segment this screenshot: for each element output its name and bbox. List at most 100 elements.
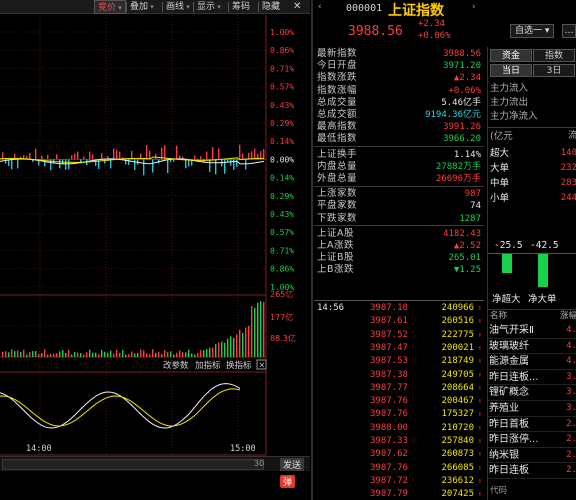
quote-row: 下跌家数 1287	[314, 213, 484, 225]
quote-row: 最新指数 3988.56	[314, 48, 484, 60]
toolbar-item-4[interactable]: 筹码	[232, 0, 250, 14]
watchlist-button[interactable]: 自选一 ▾	[510, 24, 555, 38]
volume-bar	[20, 351, 22, 357]
trade-price: 3987.76	[370, 462, 408, 473]
trade-row: 3987.76 266085 ↑	[314, 462, 484, 476]
volume-bar	[233, 337, 235, 357]
toolbar-item-5[interactable]: 隐藏	[262, 0, 280, 14]
order-size-row: 大单 232	[488, 162, 576, 175]
trade-volume: 210720	[441, 422, 474, 433]
breadth-bar	[29, 153, 31, 160]
trade-direction-icon: ↑	[477, 304, 482, 312]
volume-bar	[224, 342, 226, 357]
sector-row[interactable]: 养殖业 3.	[488, 401, 576, 417]
sector-row[interactable]: 昨日首板 2.	[488, 417, 576, 433]
more-button[interactable]: …	[562, 24, 576, 38]
flow-label: 主力流出	[490, 97, 529, 108]
volume-bar	[50, 353, 52, 357]
quote-table: 最新指数 3988.56 今日开盘 3971.20 指数涨跌 ▲2.34 指数涨幅 +0.06…	[314, 47, 484, 302]
volume-bar	[245, 327, 247, 357]
sector-name: 油气开采Ⅱ	[489, 325, 534, 336]
volume-bar	[254, 307, 256, 357]
period-tab-0[interactable]: 当日	[490, 64, 532, 77]
trade-row: 3987.53 218749 ↑	[314, 355, 484, 369]
net-flow-value: -42.5	[530, 240, 559, 251]
quote-row: 最低指数 3966.20	[314, 133, 484, 145]
toolbar-item-label: 隐藏	[262, 2, 281, 12]
quote-value: 3966.20	[443, 134, 481, 145]
sector-row[interactable]: 纳米银 2.	[488, 448, 576, 464]
sector-row[interactable]: 玻璃玻纤 4.	[488, 339, 576, 355]
trade-row: 3987.77 208664 ↑	[314, 382, 484, 396]
trade-direction-icon: ↑	[477, 397, 482, 406]
trade-price: 3987.47	[370, 342, 408, 353]
sector-name: 昨日涨停...	[489, 434, 539, 446]
breadth-bar	[251, 151, 253, 160]
quote-row: 上涨家数 987	[314, 188, 484, 200]
quote-value: 26696万手	[435, 174, 481, 184]
percent-axis-label: 0.14%	[270, 174, 294, 183]
quote-label: 最低指数	[317, 133, 358, 145]
capital-tab-1[interactable]: 指数	[533, 49, 575, 62]
volume-bar	[200, 350, 202, 357]
indicator-tool-2[interactable]: 换指标	[226, 360, 252, 371]
net-flow-bar	[538, 253, 548, 287]
toolbar-item-1[interactable]: 叠加 ▾	[130, 0, 154, 14]
breadth-bar	[206, 151, 208, 160]
capital-tab-0[interactable]: 资金	[490, 49, 532, 62]
quote-divider	[314, 185, 484, 187]
order-size-label: 中单	[490, 178, 510, 189]
quote-label: 上证A股	[317, 227, 354, 239]
panel-divider[interactable]	[311, 0, 313, 500]
volume-bar	[218, 342, 220, 357]
quote-label: 上证B股	[317, 252, 355, 264]
indicator-tool-0[interactable]: 改参数	[163, 360, 189, 371]
trade-price: 3987.77	[370, 382, 408, 393]
trade-volume: 260873	[441, 449, 474, 460]
send-button[interactable]: 发送	[280, 458, 305, 471]
dropdown-icon: ▾	[148, 3, 154, 11]
breadth-bar	[77, 151, 79, 160]
toolbar-item-0[interactable]: 竞价 ▾	[94, 0, 126, 14]
breadth-bar	[230, 159, 232, 166]
prev-stock-arrow-icon[interactable]: ‹	[318, 2, 322, 12]
volume-bar	[83, 354, 85, 357]
breadth-bar	[146, 145, 148, 160]
breadth-bar	[68, 159, 70, 170]
sector-row[interactable]: 昨日连板 2.	[488, 463, 576, 479]
flow-label: 主力流入	[490, 83, 529, 94]
quote-row: 总成交额 9194.36亿元	[314, 109, 484, 121]
breadth-bar	[215, 159, 217, 175]
percent-axis-label: 0.43%	[270, 101, 294, 110]
volume-bar	[119, 352, 121, 357]
order-size-row: 小单 244	[488, 192, 576, 205]
sector-row[interactable]: 能源金属 4.	[488, 354, 576, 370]
intraday-chart[interactable]: 1.00% 0.86% 0.71% 0.57% 0.43% 0.29% 0.14% 0.00%…	[0, 15, 310, 500]
toolbar-item-label: 竞价	[98, 3, 117, 13]
sector-row[interactable]: 锂矿概念 3.	[488, 385, 576, 401]
quote-divider	[314, 146, 484, 148]
unit-label: (亿元	[490, 131, 513, 142]
sector-row[interactable]: 昨日连板... 3.	[488, 370, 576, 386]
comment-input[interactable]	[2, 459, 264, 470]
trade-row: 14:56 3987.18 240966 ↑	[314, 302, 484, 316]
tick-trades-list[interactable]: 14:56 3987.18 240966 ↑ 3987.61 260516 ↑ 3987.52…	[314, 302, 484, 500]
volume-bar	[35, 350, 37, 357]
trade-row: 3988.00 210720 ↑	[314, 422, 484, 436]
stock-code: 000001	[346, 3, 383, 14]
percent-axis-label: 0.29%	[270, 192, 294, 201]
period-tab-1[interactable]: 3日	[533, 64, 575, 77]
quote-value: 4182.43	[443, 228, 481, 239]
next-stock-arrow-icon[interactable]: ›	[472, 2, 476, 12]
toolbar-item-3[interactable]: 显示 ▾	[197, 0, 221, 14]
quote-label: 平盘家数	[317, 200, 358, 212]
sector-row[interactable]: 昨日涨停... 2.	[488, 432, 576, 448]
danmu-toggle-button[interactable]: 弹	[280, 475, 296, 488]
breadth-bar	[89, 151, 91, 160]
sector-row[interactable]: 油气开采Ⅱ 4.	[488, 323, 576, 339]
breadth-bar	[83, 156, 85, 160]
toolbar-item-2[interactable]: 画线 ▾	[166, 0, 190, 14]
close-panel-icon[interactable]: ✕	[293, 0, 301, 14]
breadth-bar	[134, 159, 136, 171]
indicator-tool-1[interactable]: 加指标	[195, 360, 221, 371]
